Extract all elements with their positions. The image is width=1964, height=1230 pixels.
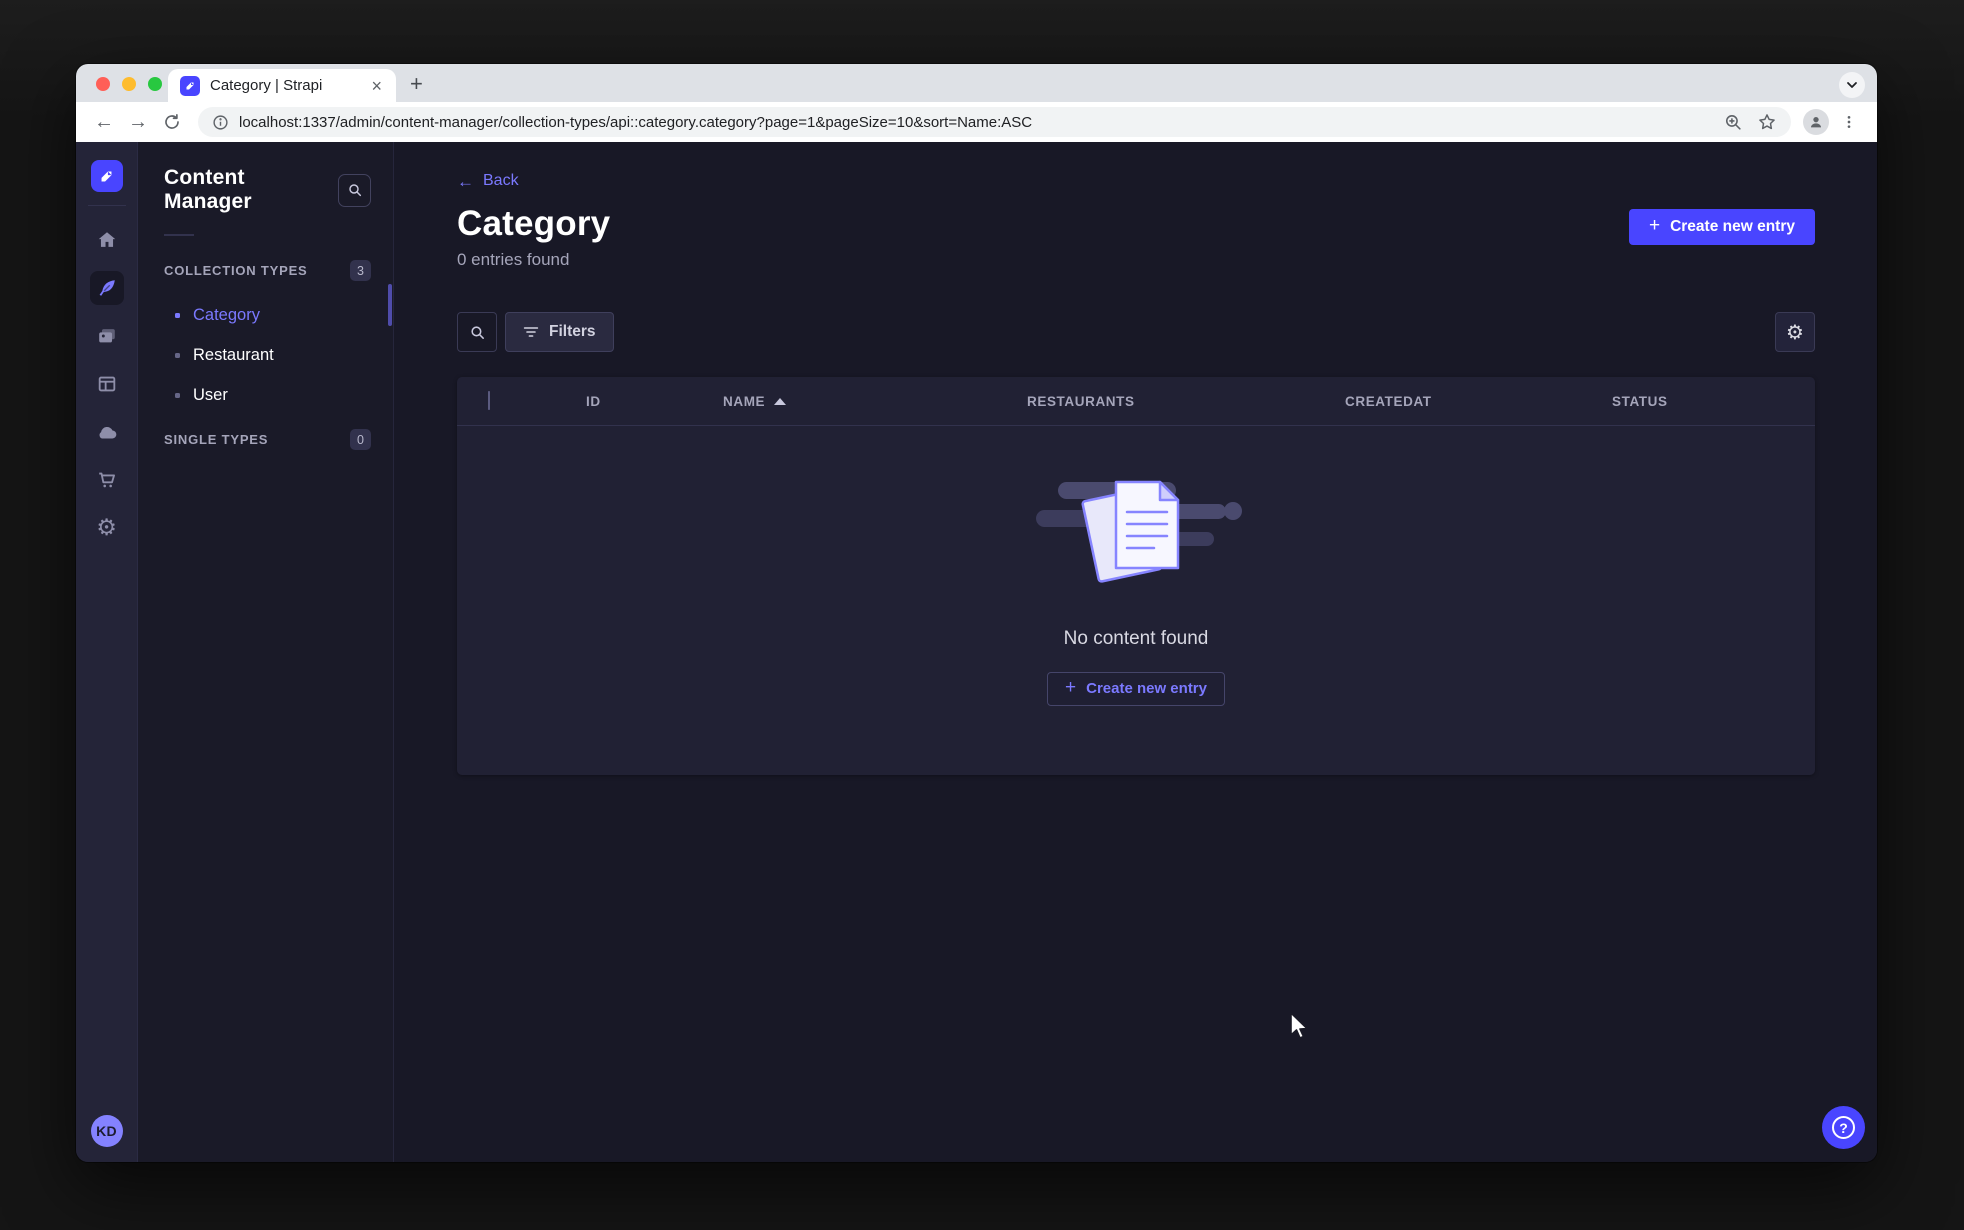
page-title: Category [457, 203, 611, 243]
sidebar-item-user[interactable]: User [138, 375, 393, 415]
user-avatar[interactable]: KD [90, 1115, 123, 1147]
window-controls [96, 77, 162, 91]
strapi-app: ⚙ KD Content Manager COLLECTION TYPES 3 … [76, 142, 1877, 1162]
browser-window: Category | Strapi × + ← → localhost:1337… [76, 64, 1877, 1162]
tab-title: Category | Strapi [210, 77, 323, 94]
strapi-favicon-icon [180, 75, 200, 96]
nav-settings-icon[interactable]: ⚙ [90, 511, 124, 545]
browser-toolbar: ← → localhost:1337/admin/content-manager… [76, 102, 1877, 142]
plus-icon: + [1065, 677, 1077, 698]
sort-ascending-icon[interactable] [774, 397, 787, 405]
entries-count: 0 entries found [457, 250, 570, 269]
new-tab-button[interactable]: + [410, 71, 423, 97]
collection-types-count-badge: 3 [350, 260, 371, 281]
subnav-scrollbar[interactable] [388, 284, 392, 326]
entries-table: ID NAME RESTAURANTS CREATEDAT STATUS No … [457, 377, 1815, 775]
column-header-name[interactable]: NAME [693, 394, 997, 409]
tab-search-chevron-icon[interactable] [1839, 72, 1865, 98]
sidebar-item-label: Restaurant [193, 345, 274, 364]
browser-menu-icon[interactable] [1835, 108, 1863, 136]
create-new-entry-button[interactable]: + Create new entry [1628, 208, 1815, 245]
search-icon [470, 325, 484, 339]
nav-marketplace-icon[interactable] [90, 463, 124, 497]
subnav-search-button[interactable] [338, 173, 371, 207]
tab-close-icon[interactable]: × [367, 75, 386, 97]
strapi-logo[interactable] [90, 160, 123, 192]
table-header-row: ID NAME RESTAURANTS CREATEDAT STATUS [457, 377, 1815, 426]
page-info-icon[interactable] [212, 114, 229, 131]
empty-state: No content found + Create new entry [457, 426, 1815, 775]
bullet-icon [175, 392, 180, 398]
table-search-button[interactable] [457, 312, 497, 352]
question-mark-icon: ? [1832, 1116, 1855, 1139]
sidebar-item-label: Category [193, 305, 260, 324]
gear-icon: ⚙ [1786, 320, 1804, 344]
bookmark-star-icon[interactable] [1757, 112, 1777, 132]
nav-content-manager-icon[interactable] [89, 271, 124, 305]
view-settings-button[interactable]: ⚙ [1775, 312, 1815, 352]
column-header-restaurants[interactable]: RESTAURANTS [997, 394, 1315, 409]
zoom-icon[interactable] [1724, 113, 1743, 132]
browser-forward-icon[interactable]: → [124, 108, 152, 136]
column-header-id[interactable]: ID [556, 394, 693, 409]
nav-cloud-icon[interactable] [90, 415, 124, 449]
bullet-icon [175, 312, 180, 318]
rail-divider [87, 205, 126, 206]
nav-media-library-icon[interactable] [90, 319, 124, 353]
single-types-count-badge: 0 [350, 429, 371, 450]
filter-icon [523, 327, 539, 337]
empty-create-new-entry-button[interactable]: + Create new entry [1047, 671, 1225, 706]
content-manager-subnav: Content Manager COLLECTION TYPES 3 Categ… [138, 142, 394, 1162]
bullet-icon [175, 352, 180, 358]
filters-button[interactable]: Filters [505, 312, 614, 352]
empty-message: No content found [1063, 627, 1209, 649]
single-types-section-header: SINGLE TYPES 0 [138, 429, 393, 450]
search-icon [348, 184, 361, 197]
browser-back-icon[interactable]: ← [90, 108, 118, 136]
help-button[interactable]: ? [1822, 1106, 1865, 1149]
maximize-window-button[interactable] [148, 77, 162, 91]
browser-profile-icon[interactable] [1803, 109, 1829, 135]
mouse-cursor [1290, 1012, 1308, 1039]
browser-reload-icon[interactable] [158, 108, 186, 136]
sidebar-item-label: User [193, 385, 228, 404]
minimize-window-button[interactable] [122, 77, 136, 91]
back-arrow-icon: ← [457, 171, 474, 191]
close-window-button[interactable] [96, 77, 110, 91]
no-content-illustration [1036, 480, 1242, 583]
nav-home-icon[interactable] [90, 223, 124, 257]
section-label: COLLECTION TYPES [164, 263, 308, 278]
nav-content-type-builder-icon[interactable] [90, 367, 124, 401]
plus-icon: + [1648, 215, 1661, 236]
sidebar-item-restaurant[interactable]: Restaurant [138, 335, 393, 375]
browser-tab-bar: Category | Strapi × + [76, 64, 1877, 102]
select-all-checkbox[interactable] [488, 391, 490, 410]
column-header-createdat[interactable]: CREATEDAT [1315, 394, 1582, 409]
url-text[interactable]: localhost:1337/admin/content-manager/col… [239, 114, 1714, 131]
section-label: SINGLE TYPES [164, 432, 269, 447]
main-content: ← Back Category 0 entries found + Create… [394, 142, 1877, 1162]
browser-tab[interactable]: Category | Strapi × [168, 69, 396, 102]
main-nav-rail: ⚙ KD [76, 142, 138, 1162]
sidebar-item-category[interactable]: Category [138, 295, 393, 335]
address-bar[interactable]: localhost:1337/admin/content-manager/col… [198, 107, 1791, 137]
column-header-status[interactable]: STATUS [1582, 394, 1815, 409]
back-link[interactable]: ← Back [457, 172, 519, 190]
subnav-divider [164, 234, 194, 236]
subnav-title: Content Manager [164, 166, 252, 213]
collection-types-section-header: COLLECTION TYPES 3 [138, 260, 393, 281]
